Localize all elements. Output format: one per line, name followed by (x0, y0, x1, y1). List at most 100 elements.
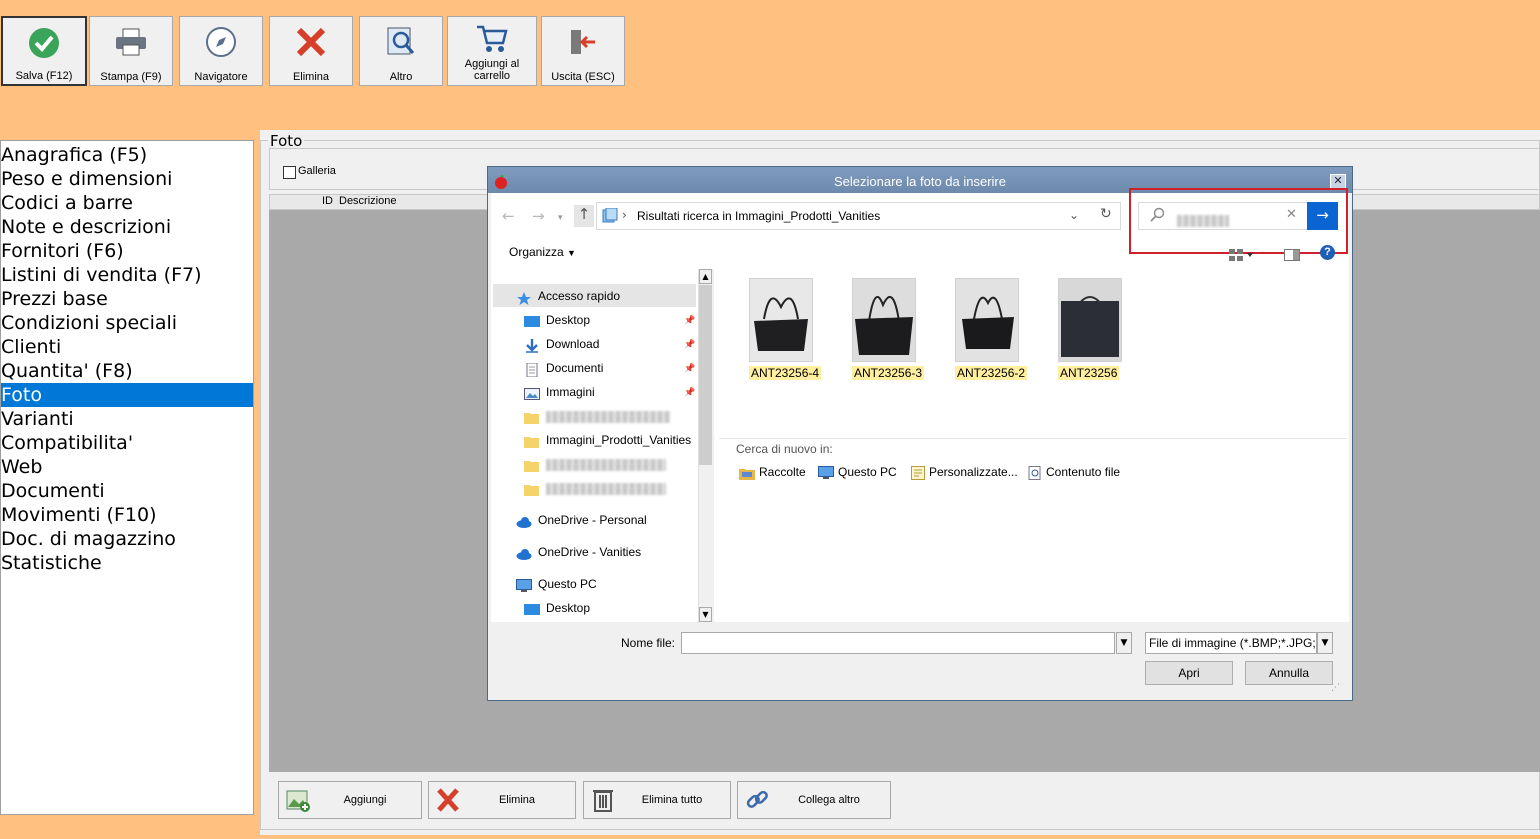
nav-item[interactable]: Clienti (1, 335, 253, 359)
dialog-close-button[interactable]: ✕ (1330, 174, 1346, 189)
nav-item[interactable]: Doc. di magazzino (1, 527, 253, 551)
tree-item-onedrive-vanities[interactable]: OneDrive - Vanities (516, 541, 641, 563)
nav-item[interactable]: Listini di vendita (F7) (1, 263, 253, 287)
tree-item-desktop-2[interactable]: Desktop (524, 597, 590, 619)
nav-item[interactable]: Web (1, 455, 253, 479)
up-arrow-icon[interactable]: ↑ (574, 205, 594, 227)
nav-item[interactable]: Foto (1, 383, 253, 407)
scroll-thumb[interactable] (699, 285, 712, 465)
print-label: Stampa (F9) (100, 71, 162, 83)
link-other-button[interactable]: Collega altro (737, 781, 891, 819)
pictures-icon (524, 386, 540, 400)
navigator-button[interactable]: Navigatore (179, 16, 263, 86)
onedrive-vanities-label: OneDrive - Vanities (538, 545, 642, 559)
add-photo-button[interactable]: Aggiungi (278, 781, 422, 819)
tree-item-desktop[interactable]: Desktop (524, 309, 590, 331)
cloud-icon (516, 514, 532, 528)
close-x-icon (270, 25, 352, 59)
nav-item[interactable]: Prezzi base (1, 287, 253, 311)
file-item[interactable]: ANT23256-2 (955, 278, 1028, 380)
folder-icon (524, 410, 540, 424)
resize-grip-icon[interactable]: ⋰ (1331, 683, 1340, 693)
nav-item[interactable]: Quantita' (F8) (1, 359, 253, 383)
scroll-down-button[interactable]: ▼ (699, 607, 712, 622)
delete-button[interactable]: Elimina (269, 16, 353, 86)
onedrive-personal-label: OneDrive - Personal (538, 513, 647, 527)
tree-item-images[interactable]: Immagini (524, 381, 595, 403)
nav-item[interactable]: Documenti (1, 479, 253, 503)
search-again-custom[interactable]: Personalizzate... (911, 465, 1018, 480)
tree-item-quick-access[interactable]: Accesso rapido (516, 285, 620, 307)
view-options-icon[interactable] (1229, 246, 1255, 265)
cancel-button[interactable]: Annulla (1245, 661, 1333, 685)
file-item[interactable]: ANT23256-4 (749, 278, 822, 380)
add-to-cart-button[interactable]: Aggiungi al carrello (447, 16, 537, 86)
computer-icon (818, 465, 834, 479)
tree-item-folder-redacted-2[interactable] (524, 453, 666, 475)
exit-button[interactable]: Uscita (ESC) (541, 16, 625, 86)
help-icon[interactable]: ? (1320, 245, 1335, 260)
tree-item-folder-redacted-3[interactable] (524, 477, 666, 499)
pin-icon: 📌 (684, 388, 696, 398)
tree-item-this-pc[interactable]: Questo PC (516, 573, 597, 595)
tree-item-images-products[interactable]: Immagini_Prodotti_Vanities (524, 429, 691, 451)
filename-label: Nome file: (621, 636, 676, 650)
tree-item-onedrive-personal[interactable]: OneDrive - Personal (516, 509, 647, 531)
search-again-collections[interactable]: Raccolte (739, 465, 806, 480)
other-button[interactable]: Altro (359, 16, 443, 86)
file-item[interactable]: ANT23256-3 (852, 278, 925, 380)
nav-item[interactable]: Compatibilita' (1, 431, 253, 455)
nav-item[interactable]: Codici a barre (1, 191, 253, 215)
file-type-select[interactable]: File di immagine (*.BMP;*.JPG;* (1145, 632, 1317, 654)
file-type-dropdown-icon[interactable]: ▼ (1317, 632, 1333, 654)
col-id-header[interactable]: ID (322, 195, 333, 207)
nav-item[interactable]: Movimenti (F10) (1, 503, 253, 527)
gallery-checkbox[interactable] (283, 166, 296, 179)
print-button[interactable]: Stampa (F9) (89, 16, 173, 86)
address-dropdown-icon[interactable]: ⌄ (1069, 208, 1079, 222)
recent-dropdown-icon[interactable]: ▾ (558, 213, 563, 223)
refresh-icon[interactable]: ↻ (1100, 206, 1112, 222)
nav-item[interactable]: Peso e dimensioni (1, 167, 253, 191)
tree-item-folder-redacted-1[interactable] (524, 405, 670, 427)
link-other-label: Collega altro (798, 794, 860, 806)
organize-menu[interactable]: Organizza ▼ (509, 245, 576, 259)
other-label: Altro (389, 71, 413, 83)
nav-item[interactable]: Varianti (1, 407, 253, 431)
open-button[interactable]: Apri (1145, 661, 1233, 685)
desktop-icon (524, 314, 540, 328)
filename-dropdown-icon[interactable]: ▼ (1116, 632, 1132, 654)
nav-item[interactable]: Anagrafica (F5) (1, 143, 253, 167)
compass-icon (180, 25, 262, 59)
filename-input[interactable] (681, 632, 1115, 654)
col-description-header[interactable]: Descrizione (339, 195, 396, 207)
custom-folder-icon (911, 465, 925, 480)
search-again-file-contents[interactable]: Contenuto file (1028, 465, 1120, 480)
delete-all-label: Elimina tutto (641, 794, 703, 806)
download-icon (524, 338, 540, 353)
nav-item[interactable]: Statistiche (1, 551, 253, 575)
bag-thumbnail-image (1058, 278, 1122, 362)
trash-icon (590, 787, 616, 813)
file-contents-icon (1028, 465, 1041, 480)
add-image-icon (285, 787, 311, 813)
back-arrow-icon[interactable]: ← (502, 207, 515, 225)
delete-photo-button[interactable]: Elimina (428, 781, 576, 819)
cloud-icon (516, 546, 532, 560)
delete-label: Elimina (292, 71, 330, 83)
tree-item-download[interactable]: Download (524, 333, 599, 355)
delete-all-button[interactable]: Elimina tutto (583, 781, 731, 819)
save-button[interactable]: Salva (F12) (1, 16, 87, 86)
folder-icon (524, 458, 540, 472)
nav-item[interactable]: Note e descrizioni (1, 215, 253, 239)
file-item[interactable]: ANT23256 (1058, 278, 1122, 380)
scroll-up-button[interactable]: ▲ (699, 269, 712, 284)
tree-item-documents[interactable]: Documenti (524, 357, 603, 379)
forward-arrow-icon[interactable]: → (532, 207, 545, 225)
search-again-this-pc[interactable]: Questo PC (818, 465, 897, 480)
nav-item[interactable]: Fornitori (F6) (1, 239, 253, 263)
preview-pane-icon[interactable] (1284, 246, 1300, 265)
navigator-label: Navigatore (194, 71, 248, 83)
gallery-label: Galleria (298, 165, 336, 177)
nav-item[interactable]: Condizioni speciali (1, 311, 253, 335)
